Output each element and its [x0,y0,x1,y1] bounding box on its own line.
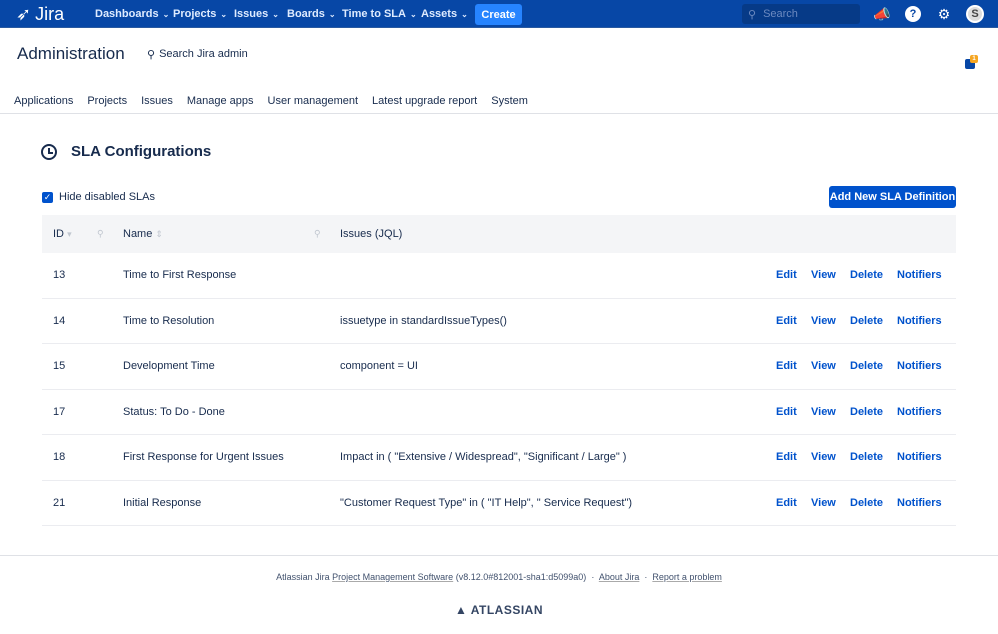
id-header[interactable]: ID ▾ [53,228,72,240]
checkmark-icon: ✓ [42,191,53,203]
nav-item-projects[interactable]: Projects ⌄ [173,8,227,20]
notifiers-link[interactable]: Notifiers [897,315,942,327]
product-link[interactable]: Project Management Software [332,572,453,582]
sla-id: 18 [53,451,66,464]
delete-link[interactable]: Delete [850,406,883,418]
tab-applications[interactable]: Applications [14,95,73,107]
sla-id: 13 [53,269,66,282]
sla-name: First Response for Urgent Issues [123,451,284,464]
nav-item-dashboards[interactable]: Dashboards ⌄ [95,8,169,20]
tab-manage-apps[interactable]: Manage apps [187,95,254,107]
sla-name: Initial Response [123,496,202,509]
feedback-icon[interactable]: 1 [965,55,978,69]
search-jira-admin-link[interactable]: ⚲ Search Jira admin [147,48,248,61]
tab-issues[interactable]: Issues [141,95,173,107]
chevron-down-icon: ⌄ [409,9,417,19]
tab-system[interactable]: System [491,95,528,107]
table-row: 13 Time to First Response Edit View Delete… [42,253,956,299]
sla-table: ID ▾ ⚲ Name ⇕ ⚲ Issues (JQL) 13 Time to … [42,215,956,526]
jira-logo-icon: ➶ [16,4,32,24]
view-link[interactable]: View [811,406,836,418]
top-nav: ➶ Jira Dashboards ⌄ Projects ⌄ Issues ⌄ Boards ⌄… [0,0,998,28]
search-input[interactable]: ⚲ Search [742,4,860,24]
notifiers-link[interactable]: Notifiers [897,451,942,463]
delete-link[interactable]: Delete [850,451,883,463]
nav-item-assets[interactable]: Assets ⌄ [421,8,468,20]
megaphone-icon[interactable]: 📣 [873,6,890,22]
tab-user-management[interactable]: User management [268,95,359,107]
divider [0,555,998,556]
sla-name: Time to First Response [123,269,237,282]
avatar[interactable]: S [966,5,984,23]
jql-header: Issues (JQL) [340,228,403,240]
about-jira-link[interactable]: About Jira [599,572,640,582]
chevron-down-icon: ⌄ [328,9,336,19]
edit-link[interactable]: Edit [776,406,797,418]
footer: Atlassian Jira Project Management Softwa… [276,572,722,582]
table-row: 17 Status: To Do - Done Edit View Delete No… [42,390,956,435]
search-icon: ⚲ [147,49,156,61]
chevron-down-icon: ⌄ [162,9,170,19]
sla-name: Development Time [123,360,215,373]
nav-item-boards[interactable]: Boards ⌄ [287,8,336,20]
edit-link[interactable]: Edit [776,360,797,372]
chevron-down-icon: ⌄ [220,9,228,19]
table-row: 18 First Response for Urgent Issues Impa… [42,435,956,481]
sla-jql: component = UI [340,360,418,373]
search-icon: ⚲ [748,8,757,21]
notifiers-link[interactable]: Notifiers [897,360,942,372]
help-icon[interactable]: ? [905,6,921,22]
jira-logo[interactable]: ➶ Jira [16,4,64,25]
sla-id: 14 [53,314,66,327]
section-title: SLA Configurations [41,143,211,160]
view-link[interactable]: View [811,451,836,463]
delete-link[interactable]: Delete [850,497,883,509]
table-row: 14 Time to Resolution issuetype in stand… [42,299,956,344]
clock-icon [41,143,57,160]
edit-link[interactable]: Edit [776,497,797,509]
tab-projects[interactable]: Projects [87,95,127,107]
view-link[interactable]: View [811,315,836,327]
hide-disabled-checkbox[interactable]: ✓ Hide disabled SLAs [42,191,155,203]
atlassian-logo: ▲ ATLASSIAN [454,603,544,617]
edit-link[interactable]: Edit [776,315,797,327]
sla-id: 21 [53,496,66,509]
sla-id: 15 [53,360,66,373]
table-row: 15 Development Time component = UI Edit Vi… [42,344,956,390]
gear-icon[interactable]: ⚙ [936,6,952,22]
id-filter-search-icon[interactable]: ⚲ [97,229,104,240]
sla-jql: "Customer Request Type" in ( "IT Help", … [340,496,633,509]
name-filter-search-icon[interactable]: ⚲ [314,229,321,240]
create-button[interactable]: Create [475,4,522,25]
nav-item-time-to-sla[interactable]: Time to SLA ⌄ [342,8,417,20]
divider [0,113,998,114]
delete-link[interactable]: Delete [850,315,883,327]
page-title: Administration [17,44,125,63]
delete-link[interactable]: Delete [850,269,883,281]
view-link[interactable]: View [811,269,836,281]
sla-id: 17 [53,405,66,418]
edit-link[interactable]: Edit [776,269,797,281]
chevron-down-icon: ⌄ [272,9,279,19]
chevron-down-icon: ⌄ [461,9,468,19]
nav-item-issues[interactable]: Issues ⌄ [234,8,279,20]
sla-name: Time to Resolution [123,314,215,327]
notifiers-link[interactable]: Notifiers [897,406,942,418]
tab-latest-upgrade-report[interactable]: Latest upgrade report [372,95,477,107]
view-link[interactable]: View [811,360,836,372]
table-row: 21 Initial Response "Customer Request Ty… [42,481,956,526]
delete-link[interactable]: Delete [850,360,883,372]
name-header[interactable]: Name ⇕ [123,228,163,240]
edit-link[interactable]: Edit [776,451,797,463]
notifiers-link[interactable]: Notifiers [897,269,942,281]
add-sla-button[interactable]: Add New SLA Definition [829,186,956,208]
view-link[interactable]: View [811,497,836,509]
sla-name: Status: To Do - Done [123,405,225,418]
sla-jql: issuetype in standardIssueTypes() [340,314,507,327]
notifiers-link[interactable]: Notifiers [897,497,942,509]
table-header: ID ▾ ⚲ Name ⇕ ⚲ Issues (JQL) [42,215,956,253]
report-problem-link[interactable]: Report a problem [652,572,722,582]
sla-jql: Impact in ( "Extensive / Widespread", "S… [340,451,627,464]
